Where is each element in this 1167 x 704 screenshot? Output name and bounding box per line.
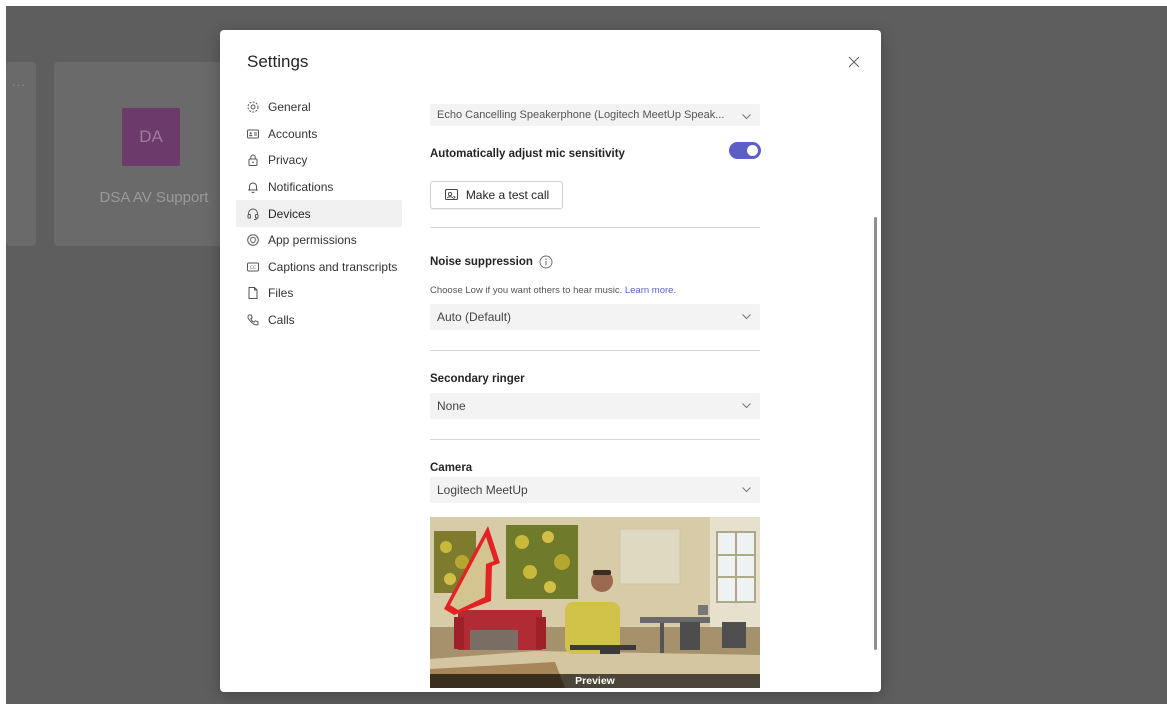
learn-more-link[interactable]: Learn more. — [625, 285, 676, 296]
id-card-icon — [246, 127, 260, 141]
shield-icon — [246, 233, 260, 247]
noise-hint-text: Choose Low if you want others to hear mu… — [430, 285, 623, 296]
noise-suppression-hint: Choose Low if you want others to hear mu… — [430, 285, 676, 296]
secondary-ringer-dropdown[interactable]: None — [430, 393, 760, 419]
nav-item-label: App permissions — [268, 233, 357, 248]
background-card: ... — [6, 62, 36, 246]
nav-item-label: General — [268, 100, 311, 115]
secondary-ringer-label: Secondary ringer — [430, 373, 525, 385]
nav-item-label: Devices — [268, 206, 311, 221]
info-icon[interactable] — [539, 255, 553, 269]
avatar: DA — [122, 108, 180, 166]
preview-label: Preview — [430, 674, 760, 688]
noise-suppression-dropdown[interactable]: Auto (Default) — [430, 304, 760, 330]
nav-item-label: Notifications — [268, 180, 334, 195]
divider — [430, 227, 760, 228]
headset-icon — [246, 207, 260, 221]
divider — [430, 350, 760, 351]
cc-icon: CC — [246, 260, 260, 274]
bell-icon — [246, 180, 260, 194]
settings-nav: General Accounts Privacy Notifications D… — [236, 94, 402, 333]
camera-preview-image — [430, 517, 760, 688]
gear-icon — [246, 100, 260, 114]
nav-item-devices[interactable]: Devices — [236, 200, 402, 227]
nav-item-privacy[interactable]: Privacy — [236, 147, 402, 174]
chevron-down-icon — [741, 484, 752, 495]
devices-panel: Echo Cancelling Speakerphone (Logitech M… — [429, 70, 762, 692]
nav-item-calls[interactable]: Calls — [236, 307, 402, 334]
secondary-ringer-value: None — [437, 399, 466, 413]
microphone-dropdown[interactable]: Echo Cancelling Speakerphone (Logitech M… — [430, 104, 760, 126]
nav-item-label: Captions and transcripts — [268, 259, 398, 274]
microphone-value: Echo Cancelling Speakerphone (Logitech M… — [437, 109, 725, 121]
settings-dialog: Settings General Accounts Privacy Notifi… — [220, 30, 881, 692]
nav-item-captions[interactable]: CC Captions and transcripts — [236, 254, 402, 281]
chevron-down-icon — [741, 111, 752, 122]
auto-mic-label: Automatically adjust mic sensitivity — [430, 148, 625, 160]
nav-item-label: Calls — [268, 313, 295, 328]
toggle-knob — [747, 145, 758, 156]
file-icon — [246, 286, 260, 300]
camera-dropdown[interactable]: Logitech MeetUp — [430, 477, 760, 503]
nav-item-general[interactable]: General — [236, 94, 402, 121]
nav-item-files[interactable]: Files — [236, 280, 402, 307]
svg-text:CC: CC — [250, 265, 256, 271]
test-call-label: Make a test call — [465, 188, 550, 202]
noise-suppression-value: Auto (Default) — [437, 310, 512, 324]
lock-icon — [246, 153, 260, 167]
camera-label: Camera — [430, 462, 473, 474]
more-options-icon: ... — [12, 74, 26, 89]
test-call-icon — [444, 188, 458, 200]
nav-item-label: Files — [268, 286, 294, 301]
close-icon[interactable] — [844, 52, 864, 72]
auto-mic-toggle[interactable] — [729, 142, 761, 159]
test-call-button[interactable]: Make a test call — [430, 181, 563, 209]
chevron-down-icon — [741, 311, 752, 322]
noise-suppression-label: Noise suppression — [430, 256, 533, 268]
nav-item-label: Privacy — [268, 153, 308, 168]
camera-preview: Preview — [430, 517, 760, 688]
divider — [430, 439, 760, 440]
chevron-down-icon — [741, 400, 752, 411]
nav-item-label: Accounts — [268, 126, 318, 141]
phone-icon — [246, 313, 260, 327]
camera-value: Logitech MeetUp — [437, 483, 528, 497]
nav-item-app-permissions[interactable]: App permissions — [236, 227, 402, 254]
dialog-title: Settings — [247, 52, 309, 71]
nav-item-notifications[interactable]: Notifications — [236, 174, 402, 201]
scrollbar[interactable] — [874, 217, 877, 650]
nav-item-accounts[interactable]: Accounts — [236, 121, 402, 148]
